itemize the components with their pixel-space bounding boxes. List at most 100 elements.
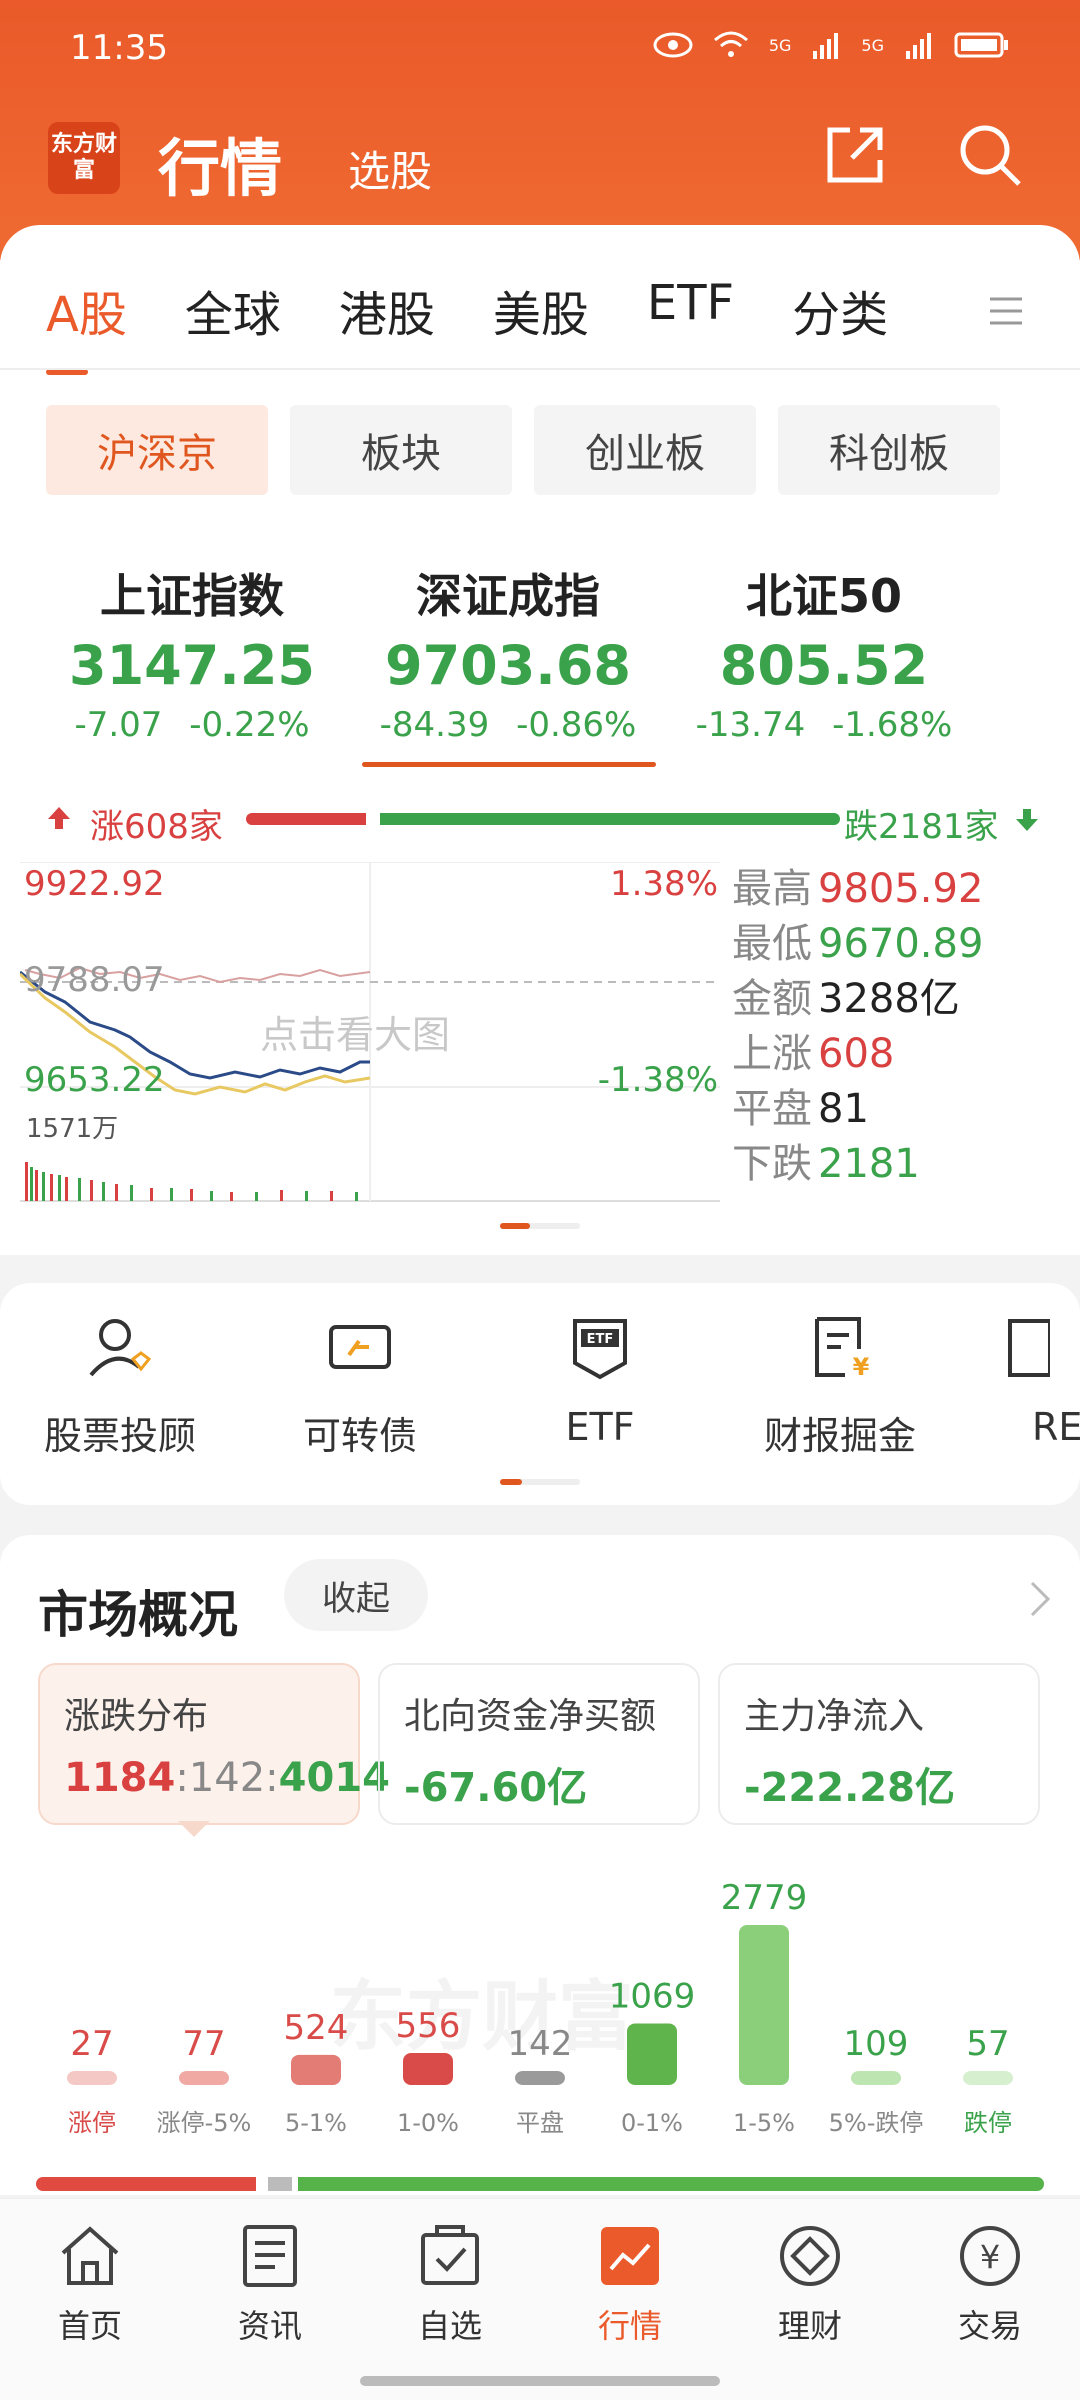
tab-category[interactable]: 分类 xyxy=(792,275,888,345)
search-icon[interactable] xyxy=(955,120,1025,190)
tool-reits[interactable]: RE xyxy=(980,1313,1080,1449)
etf-icon: ETF xyxy=(573,1319,627,1380)
index-change-pct: -0.22% xyxy=(189,705,310,745)
index-change: -7.07 -0.22% xyxy=(42,705,342,745)
chevron-right-icon[interactable] xyxy=(1028,1579,1052,1619)
distribution-bar-value: 57 xyxy=(966,2024,1009,2064)
index-change: -13.74 -1.68% xyxy=(674,705,974,745)
nav-label: 资讯 xyxy=(237,2307,302,2345)
nav-home[interactable]: 首页 xyxy=(30,2221,150,2347)
chip-sectors[interactable]: 板块 xyxy=(290,405,512,495)
distribution-category-label: 5-1% xyxy=(285,2109,347,2137)
stat-row: 最高 9805.92 xyxy=(732,862,983,917)
tab-us[interactable]: 美股 xyxy=(493,275,589,345)
card-value: -67.60亿 xyxy=(404,1765,588,1811)
watchlist-icon xyxy=(421,2225,479,2285)
tab-etf[interactable]: ETF xyxy=(647,275,734,345)
distribution-category-label: 0-1% xyxy=(621,2109,683,2137)
app-header: 11:35 5G 5G 东方财富 行情 选股 xyxy=(0,0,1080,260)
index-card[interactable]: 深证成指 9703.68 -84.39 -0.86% xyxy=(358,560,658,745)
card-up-down-distribution[interactable]: 涨跌分布 1184:142:4014 xyxy=(38,1663,390,1825)
advisor-icon xyxy=(89,1319,152,1377)
signal-icon-2 xyxy=(906,33,931,59)
tools-panel: 股票投顾 可转债 ETF ETF ¥ 财报掘金 RE xyxy=(0,1283,1080,1505)
index-change-abs: -84.39 xyxy=(379,705,490,745)
nav-watchlist[interactable]: 自选 xyxy=(390,2221,510,2347)
card-main-net-inflow[interactable]: 主力净流入 -222.28亿 xyxy=(718,1663,1040,1825)
status-bar: 11:35 5G 5G xyxy=(70,22,1040,78)
collapse-button[interactable]: 收起 xyxy=(284,1559,428,1631)
distribution-chart: 东方财富 27 涨停 77 涨停-5% 524 5-1% 556 1-0% 142 平盘 1069 0… xyxy=(0,1845,1080,2175)
tab-global[interactable]: 全球 xyxy=(185,275,281,345)
stat-row: 金额 3288亿 xyxy=(732,972,983,1027)
chip-chinext[interactable]: 创业板 xyxy=(534,405,756,495)
eye-icon xyxy=(653,32,693,58)
chart-pager-active xyxy=(500,1223,530,1229)
dist-down-count: 4014 xyxy=(278,1755,390,1801)
card-title: 北向资金净买额 xyxy=(404,1696,657,1737)
distribution-bar xyxy=(739,1925,789,2085)
tool-earnings[interactable]: ¥ 财报掘金 xyxy=(740,1313,940,1460)
stock-picker-link[interactable]: 选股 xyxy=(348,138,432,199)
nav-trade[interactable]: ¥ 交易 xyxy=(930,2221,1050,2347)
tab-divider xyxy=(0,368,1080,370)
nav-label: 交易 xyxy=(957,2307,1022,2345)
tool-convertible-bond[interactable]: 可转债 xyxy=(260,1313,460,1460)
nav-market[interactable]: 行情 xyxy=(570,2221,690,2347)
index-stats: 最高 9805.92 最低 9670.89 金额 3288亿 上涨 608 平盘 81 下… xyxy=(732,862,983,1192)
card-northbound-net-buy[interactable]: 北向资金净买额 -67.60亿 xyxy=(378,1663,700,1825)
chart-high-label: 9922.92 xyxy=(24,864,165,904)
stat-label: 下跌 xyxy=(732,1141,812,1187)
up-bar xyxy=(246,813,366,825)
chart-hint: 点击看大图 xyxy=(260,1013,451,1057)
chip-star-market[interactable]: 科创板 xyxy=(778,405,1000,495)
chip-shanghai-shenzhen-beijing[interactable]: 沪深京 xyxy=(46,405,268,495)
intraday-chart[interactable]: 9922.92 9788.07 9653.22 1571万 1.38% -1.3… xyxy=(18,861,720,1202)
status-icons: 5G 5G xyxy=(653,30,1010,60)
index-card[interactable]: 上证指数 3147.25 -7.07 -0.22% xyxy=(42,560,342,745)
index-name: 上证指数 xyxy=(100,569,284,623)
index-value: 3147.25 xyxy=(69,634,315,697)
stat-label: 最高 xyxy=(732,866,812,912)
stat-label: 金额 xyxy=(732,976,812,1022)
card-value: 1184:142:4014 xyxy=(64,1755,390,1801)
bottom-nav: 首页 资讯 自选 行情 理财 ¥ 交易 xyxy=(0,2198,1080,2400)
dist-separator: : xyxy=(175,1755,189,1801)
trade-icon: ¥ xyxy=(960,2226,1020,2286)
stat-value: 9670.89 xyxy=(818,921,984,967)
menu-icon[interactable] xyxy=(986,291,1026,331)
tab-a-shares[interactable]: A股 xyxy=(46,275,127,375)
nav-label: 自选 xyxy=(417,2307,482,2345)
sub-tabs: 沪深京 板块 创业板 科创板 xyxy=(46,405,1000,495)
tool-label: ETF xyxy=(565,1405,635,1449)
index-change-pct: -1.68% xyxy=(832,705,953,745)
index-name: 北证50 xyxy=(745,569,902,623)
tool-advisor[interactable]: 股票投顾 xyxy=(20,1313,220,1460)
home-indicator xyxy=(360,2376,720,2386)
distribution-bar-value: 77 xyxy=(182,2024,225,2064)
market-overview: 市场概况 收起 涨跌分布 1184:142:4014 北向资金净买额 -67.6… xyxy=(0,1535,1080,2195)
tool-etf[interactable]: ETF ETF xyxy=(500,1313,700,1449)
down-bar xyxy=(380,813,840,825)
down-count-label: 跌2181家 xyxy=(844,807,999,847)
share-icon[interactable] xyxy=(820,120,890,190)
nav-news[interactable]: 资讯 xyxy=(210,2221,330,2347)
index-change-abs: -13.74 xyxy=(695,705,806,745)
nav-wealth[interactable]: 理财 xyxy=(750,2221,870,2347)
index-card[interactable]: 北证50 805.52 -13.74 -1.68% xyxy=(674,560,974,745)
tool-label: 股票投顾 xyxy=(43,1414,196,1458)
card-title: 主力净流入 xyxy=(744,1696,925,1737)
battery-icon xyxy=(954,32,1008,58)
stat-value: 608 xyxy=(818,1031,895,1077)
stat-row: 上涨 608 xyxy=(732,1027,983,1082)
stat-label: 最低 xyxy=(732,921,812,967)
stat-label: 上涨 xyxy=(732,1031,812,1077)
signal-icon xyxy=(813,33,839,59)
tab-hk[interactable]: 港股 xyxy=(339,275,435,345)
nav-label: 行情 xyxy=(597,2307,662,2345)
distribution-chart-svg: 27 涨停 77 涨停-5% 524 5-1% 556 1-0% 142 平盘 1069 0-1% 27… xyxy=(67,1878,1013,2137)
chart-low-label: 9653.22 xyxy=(24,1060,165,1100)
nav-label: 首页 xyxy=(57,2307,122,2345)
distribution-bar xyxy=(67,2071,117,2085)
chart-pct-down: -1.38% xyxy=(597,1060,718,1100)
